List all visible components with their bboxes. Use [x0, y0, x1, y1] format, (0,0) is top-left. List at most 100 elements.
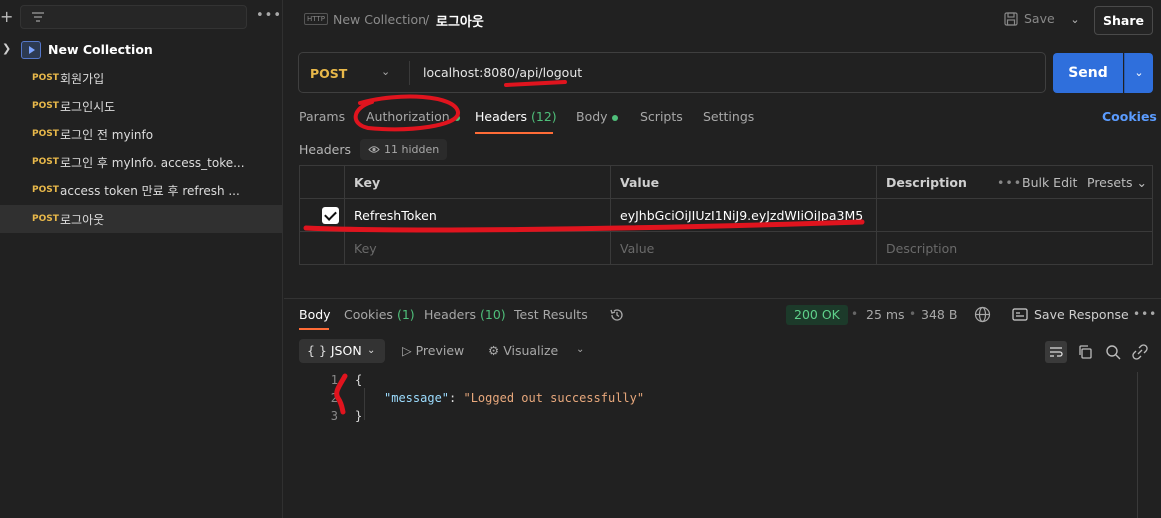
tab-authorization-label: Authorization: [366, 109, 450, 124]
tab-settings[interactable]: Settings: [703, 109, 754, 124]
history-icon[interactable]: [609, 307, 625, 323]
hidden-count: 11 hidden: [384, 143, 440, 156]
response-time: 25 ms: [866, 307, 905, 322]
sidebar-request-item[interactable]: POST 회원가입: [0, 64, 283, 92]
active-tab-indicator: [299, 328, 329, 330]
active-tab-indicator: [475, 132, 553, 134]
sidebar-request-item[interactable]: POST access token 만료 후 refresh ...: [0, 176, 283, 204]
headers-label: Headers: [299, 142, 352, 157]
wrap-lines-icon[interactable]: [1045, 341, 1067, 363]
row-enabled-checkbox[interactable]: [322, 207, 339, 224]
main-panel: HTTP New Collection / 로그아웃 Save ⌄ Share …: [284, 0, 1161, 518]
more-options-icon[interactable]: •••: [1133, 307, 1157, 321]
status-badge: 200 OK: [786, 305, 848, 325]
tab-response-headers-count: (10): [480, 307, 506, 322]
chevron-down-icon[interactable]: ⌄: [576, 344, 584, 355]
divider: [409, 61, 410, 85]
chevron-down-icon[interactable]: ⌄: [1124, 53, 1153, 93]
request-name: 로그인시도: [60, 100, 116, 114]
presets-dropdown[interactable]: Presets ⌄: [1087, 166, 1147, 199]
json-colon: :: [449, 391, 464, 405]
sidebar-filter-input[interactable]: [20, 5, 247, 29]
tab-headers[interactable]: Headers (12): [475, 109, 557, 124]
send-button[interactable]: Send: [1053, 53, 1123, 93]
link-icon[interactable]: [1129, 341, 1151, 363]
tab-response-body[interactable]: Body: [299, 307, 331, 322]
tab-headers-label: Headers: [475, 109, 528, 124]
method-select[interactable]: POST: [310, 66, 347, 81]
sidebar-request-item[interactable]: POST 로그인시도: [0, 92, 283, 120]
visualize-label: Visualize: [503, 343, 559, 358]
line-number: 1: [330, 373, 338, 387]
presets-label: Presets: [1087, 175, 1133, 190]
header-description-input[interactable]: Description: [877, 232, 985, 265]
url-bar: POST ⌄ localhost:8080/api/logout: [298, 52, 1046, 93]
globe-icon[interactable]: [974, 306, 991, 323]
url-input[interactable]: localhost:8080/api/logout: [423, 65, 582, 80]
method-badge: POST: [32, 129, 59, 139]
header-key-input[interactable]: RefreshToken: [345, 199, 611, 232]
format-select[interactable]: { } JSON ⌄: [299, 339, 385, 363]
method-badge: POST: [32, 157, 59, 167]
add-icon[interactable]: +: [0, 8, 13, 26]
line-number: 2: [330, 391, 338, 405]
table-row-empty: Key Value Description: [300, 232, 1152, 265]
braces-icon: { }: [307, 343, 327, 358]
preview-button[interactable]: ▷ Preview: [402, 343, 464, 358]
chevron-down-icon[interactable]: ⌄: [381, 65, 390, 78]
breadcrumb-collection[interactable]: New Collection: [333, 12, 426, 27]
code-line: }: [355, 409, 363, 423]
sidebar-request-item[interactable]: POST 로그인 전 myinfo: [0, 120, 283, 148]
tab-test-results[interactable]: Test Results: [514, 307, 588, 322]
json-string: "Logged out successfully": [463, 391, 645, 405]
sidebar-request-item-active[interactable]: POST 로그아웃: [0, 205, 283, 233]
tab-response-cookies-count: (1): [396, 307, 415, 322]
column-header-key: Key: [345, 166, 611, 199]
column-header-description: Description: [886, 175, 967, 190]
more-options-icon[interactable]: •••: [256, 8, 282, 23]
tab-headers-count: (12): [531, 109, 557, 124]
header-value-input[interactable]: Value: [611, 232, 877, 265]
header-description-input[interactable]: [877, 199, 985, 232]
headers-table: Key Value Description ••• Bulk Edit Pres…: [299, 165, 1153, 265]
chevron-down-icon[interactable]: ⌄: [1064, 6, 1086, 34]
column-header-value: Value: [611, 166, 877, 199]
tab-response-headers[interactable]: Headers (10): [424, 307, 506, 322]
tab-response-cookies[interactable]: Cookies (1): [344, 307, 415, 322]
hidden-headers-toggle[interactable]: 11 hidden: [360, 139, 448, 160]
share-button[interactable]: Share: [1094, 6, 1153, 35]
request-name: 로그아웃: [60, 213, 105, 227]
sidebar: + ••• ❯ New Collection POST 회원가입 POST 로그…: [0, 0, 283, 518]
chevron-down-icon: ⌄: [367, 345, 376, 356]
copy-icon[interactable]: [1074, 341, 1096, 363]
search-icon[interactable]: [1102, 341, 1124, 363]
breadcrumb-separator: /: [425, 12, 430, 27]
collection-icon: [21, 41, 41, 59]
code-line: "message": "Logged out successfully": [384, 391, 644, 405]
eye-icon: [368, 146, 380, 153]
active-dot: [453, 114, 460, 121]
tab-body-label: Body: [576, 109, 608, 124]
tab-authorization[interactable]: Authorization: [366, 109, 460, 124]
sidebar-request-item[interactable]: POST 로그인 후 myInfo. access_toke...: [0, 148, 283, 176]
chevron-down-icon[interactable]: ❯: [2, 42, 11, 55]
more-options-icon[interactable]: •••: [997, 166, 1022, 199]
bulk-edit-button[interactable]: Bulk Edit: [1022, 166, 1077, 199]
response-body-editor[interactable]: 1 2 3 { "message": "Logged out successfu…: [284, 370, 1161, 518]
tab-body[interactable]: Body: [576, 109, 618, 124]
sidebar-toolbar: + •••: [0, 0, 283, 34]
tab-params[interactable]: Params: [299, 109, 345, 124]
visualize-button[interactable]: ⚙ Visualize: [488, 343, 558, 358]
collection-item[interactable]: ❯ New Collection: [0, 38, 283, 62]
method-badge: POST: [32, 101, 59, 111]
breadcrumb-request[interactable]: 로그아웃: [436, 11, 484, 30]
cookies-link[interactable]: Cookies: [1102, 109, 1157, 124]
line-number: 3: [330, 409, 338, 423]
header-value-input[interactable]: eyJhbGciOiJIUzI1NiJ9.eyJzdWIiOiJpa3M5: [611, 199, 877, 232]
format-label: JSON: [330, 343, 362, 358]
header-key-input[interactable]: Key: [345, 232, 611, 265]
scrollbar[interactable]: [1137, 372, 1138, 518]
collection-name: New Collection: [48, 42, 153, 57]
tab-scripts[interactable]: Scripts: [640, 109, 683, 124]
request-name: 로그인 전 myinfo: [60, 128, 154, 142]
